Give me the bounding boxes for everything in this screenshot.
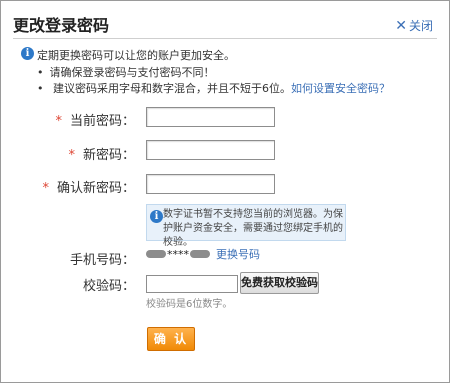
safe-password-help-link[interactable]: 如何设置安全密码？ xyxy=(291,82,390,95)
phone-number: **** 更换号码 xyxy=(146,246,260,262)
tip-bullet-2: 建议密码采用字母和数字混合，并且不短于6位。如何设置安全密码？ xyxy=(37,80,390,96)
masked-phone-suffix xyxy=(190,250,210,258)
close-icon: ✕ xyxy=(395,17,407,34)
masked-phone-prefix xyxy=(146,250,166,258)
confirm-button[interactable]: 确 认 xyxy=(147,327,195,351)
phone-masked-text: **** xyxy=(167,247,189,261)
current-password-label-text: 当前密码： xyxy=(69,114,135,129)
info-icon: i xyxy=(21,47,34,60)
close-button[interactable]: ✕ 关闭 xyxy=(395,17,433,34)
close-label: 关闭 xyxy=(408,19,433,33)
change-phone-link[interactable]: 更换号码 xyxy=(216,246,260,262)
phone-label: 手机号码： xyxy=(69,253,135,268)
new-password-label-text: 新密码： xyxy=(82,148,135,163)
code-hint: 校验码是6位数字。 xyxy=(146,299,233,310)
dialog-title: 更改登录密码 xyxy=(13,16,110,35)
notice-text: 数字证书暂不支持您当前的浏览器。为保护账户资金安全，需要通过您绑定手机的校验。 xyxy=(163,209,343,248)
certificate-notice: i 数字证书暂不支持您当前的浏览器。为保护账户资金安全，需要通过您绑定手机的校验… xyxy=(146,204,346,248)
confirm-password-label: * 确认新密码： xyxy=(15,177,135,196)
code-label: 校验码： xyxy=(82,279,135,294)
notice-info-icon: i xyxy=(150,210,163,223)
required-mark: * xyxy=(55,114,62,129)
required-mark: * xyxy=(42,181,49,196)
change-password-dialog: 更改登录密码 ✕ 关闭 i 定期更换密码可以让您的账户更加安全。 请确保登录密码… xyxy=(0,0,450,383)
title-divider xyxy=(13,38,437,39)
verification-code-input[interactable] xyxy=(146,275,238,293)
new-password-label: * 新密码： xyxy=(15,144,135,163)
tip-bullet-2-text: 建议密码采用字母和数字混合，并且不短于6位。 xyxy=(53,82,291,95)
confirm-password-input[interactable] xyxy=(146,174,275,194)
current-password-label: * 当前密码： xyxy=(15,110,135,129)
current-password-input[interactable] xyxy=(146,107,275,127)
get-code-button[interactable]: 免费获取校验码 xyxy=(240,272,319,294)
tip-main-text: 定期更换密码可以让您的账户更加安全。 xyxy=(37,49,235,62)
new-password-input[interactable] xyxy=(146,140,275,160)
confirm-password-label-text: 确认新密码： xyxy=(56,181,135,196)
tip-bullet-1: 请确保登录密码与支付密码不同！ xyxy=(37,64,215,80)
required-mark: * xyxy=(68,148,75,163)
